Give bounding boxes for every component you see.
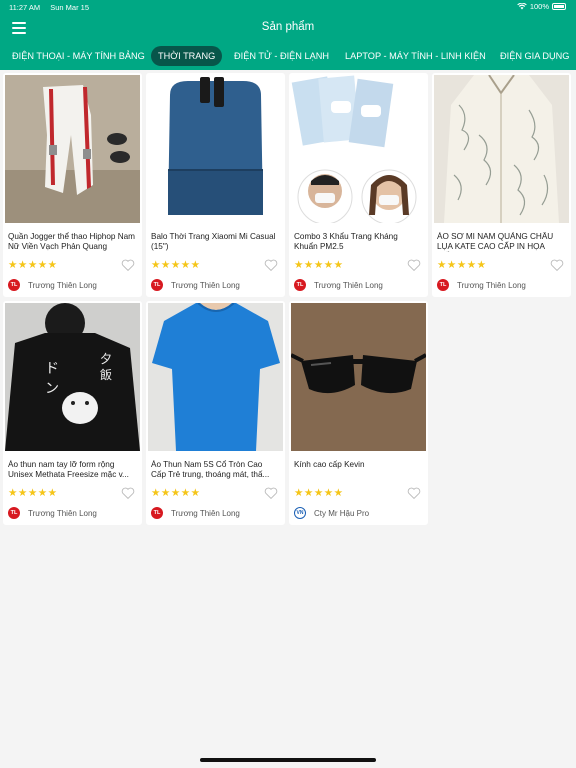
svg-text:ン: ン: [45, 381, 59, 397]
tab-dien-tu[interactable]: ĐIỆN TỬ - ĐIỆN LẠNH: [234, 46, 329, 66]
product-image: [148, 75, 283, 223]
shop-name: Trương Thiên Long: [28, 280, 97, 290]
shop-info[interactable]: TL Trương Thiên Long: [8, 507, 97, 519]
product-name: ÁO SƠ MI NAM QUẢNG CHÂU LỤA KATE CAO CẤP…: [437, 232, 554, 251]
shop-name: Trương Thiên Long: [171, 508, 240, 518]
rating-stars: ★★★★★: [151, 487, 201, 499]
rating-stars: ★★★★★: [437, 259, 487, 271]
battery-icon: [552, 3, 566, 10]
shop-info[interactable]: TL Trương Thiên Long: [8, 279, 97, 291]
tab-dien-gia-dung[interactable]: ĐIỆN GIA DỤNG: [500, 46, 569, 66]
product-name: Combo 3 Khẩu Trang Kháng Khuẩn PM2.5: [294, 232, 398, 251]
product-image: [148, 303, 283, 451]
shop-logo: TL: [294, 279, 306, 291]
shop-logo: TL: [437, 279, 449, 291]
shop-logo: TL: [151, 279, 163, 291]
product-image: [291, 303, 426, 451]
rating-stars: ★★★★★: [294, 487, 344, 499]
shop-name: Trương Thiên Long: [28, 508, 97, 518]
heart-icon[interactable]: [264, 259, 278, 271]
product-card[interactable]: Combo 3 Khẩu Trang Kháng Khuẩn PM2.5 ★★★…: [289, 73, 428, 297]
shop-info[interactable]: VN Cty Mr Hậu Pro: [294, 507, 369, 519]
product-card[interactable]: 夕 飯 ド ン Áo thun nam tay lỡ form rộng Uni…: [3, 301, 142, 525]
shop-logo: TL: [8, 507, 20, 519]
tab-laptop[interactable]: LAPTOP - MÁY TÍNH - LINH KIỆN: [345, 46, 486, 66]
rating-stars: ★★★★★: [294, 259, 344, 271]
shop-info[interactable]: TL Trương Thiên Long: [151, 507, 240, 519]
product-card[interactable]: Kính cao cấp Kevin ★★★★★ VN Cty Mr Hậu P…: [289, 301, 428, 525]
product-card[interactable]: Quần Jogger thể thao Hiphop Nam Nữ Viền …: [3, 73, 142, 297]
heart-icon[interactable]: [407, 259, 421, 271]
shop-logo: VN: [294, 507, 306, 519]
heart-icon[interactable]: [121, 487, 135, 499]
status-date: Sun Mar 15: [50, 3, 90, 12]
tab-dien-thoai[interactable]: ĐIỆN THOẠI - MÁY TÍNH BẢNG: [12, 46, 145, 66]
page-title: Sản phẩm: [261, 21, 315, 33]
product-image: [291, 75, 426, 223]
heart-icon[interactable]: [121, 259, 135, 271]
battery-percent: 100%: [529, 2, 549, 11]
shop-name: Cty Mr Hậu Pro: [314, 508, 370, 518]
heart-icon[interactable]: [264, 487, 278, 499]
shop-info[interactable]: TL Trương Thiên Long: [294, 279, 383, 291]
product-name: Quần Jogger thể thao Hiphop Nam Nữ Viền …: [8, 232, 135, 251]
product-card[interactable]: Áo Thun Nam 5S Cổ Tròn Cao Cấp Trẻ trung…: [146, 301, 285, 525]
status-time: 11:27 AM: [9, 3, 41, 12]
product-name: Balo Thời Trang Xiaomi Mi Casual (15"): [151, 232, 276, 251]
shop-info[interactable]: TL Trương Thiên Long: [151, 279, 240, 291]
app-header: 11:27 AM Sun Mar 15 100% Sản phẩm ĐIỆN T…: [0, 0, 576, 70]
svg-text:飯: 飯: [100, 367, 112, 382]
tab-thoi-trang[interactable]: THỜI TRANG: [151, 46, 223, 66]
svg-text:ド: ド: [45, 361, 59, 377]
rating-stars: ★★★★★: [8, 487, 58, 499]
wifi-icon: [517, 3, 527, 10]
rating-stars: ★★★★★: [151, 259, 201, 271]
product-image: [5, 75, 140, 223]
shop-name: Trương Thiên Long: [314, 280, 383, 290]
shop-name: Trương Thiên Long: [171, 280, 240, 290]
product-card[interactable]: ÁO SƠ MI NAM QUẢNG CHÂU LỤA KATE CAO CẤP…: [432, 73, 571, 297]
shop-logo: TL: [151, 507, 163, 519]
product-name: Áo Thun Nam 5S Cổ Tròn Cao Cấp Trẻ trung…: [151, 460, 270, 479]
svg-text:夕: 夕: [100, 352, 112, 366]
home-indicator[interactable]: [200, 758, 376, 762]
product-card[interactable]: Balo Thời Trang Xiaomi Mi Casual (15") ★…: [146, 73, 285, 297]
status-bar: 11:27 AM Sun Mar 15 100%: [0, 0, 576, 14]
product-image: [434, 75, 569, 223]
rating-stars: ★★★★★: [8, 259, 58, 271]
product-image: 夕 飯 ド ン: [5, 303, 140, 451]
category-tabs: ĐIỆN THOẠI - MÁY TÍNH BẢNG THỜI TRANG ĐI…: [0, 46, 576, 66]
shop-info[interactable]: TL Trương Thiên Long: [437, 279, 526, 291]
shop-name: Trương Thiên Long: [457, 280, 526, 290]
product-name: Áo thun nam tay lỡ form rộng Unisex Meth…: [8, 460, 129, 479]
product-name: Kính cao cấp Kevin: [294, 460, 365, 469]
shop-logo: TL: [8, 279, 20, 291]
heart-icon[interactable]: [550, 259, 564, 271]
heart-icon[interactable]: [407, 487, 421, 499]
